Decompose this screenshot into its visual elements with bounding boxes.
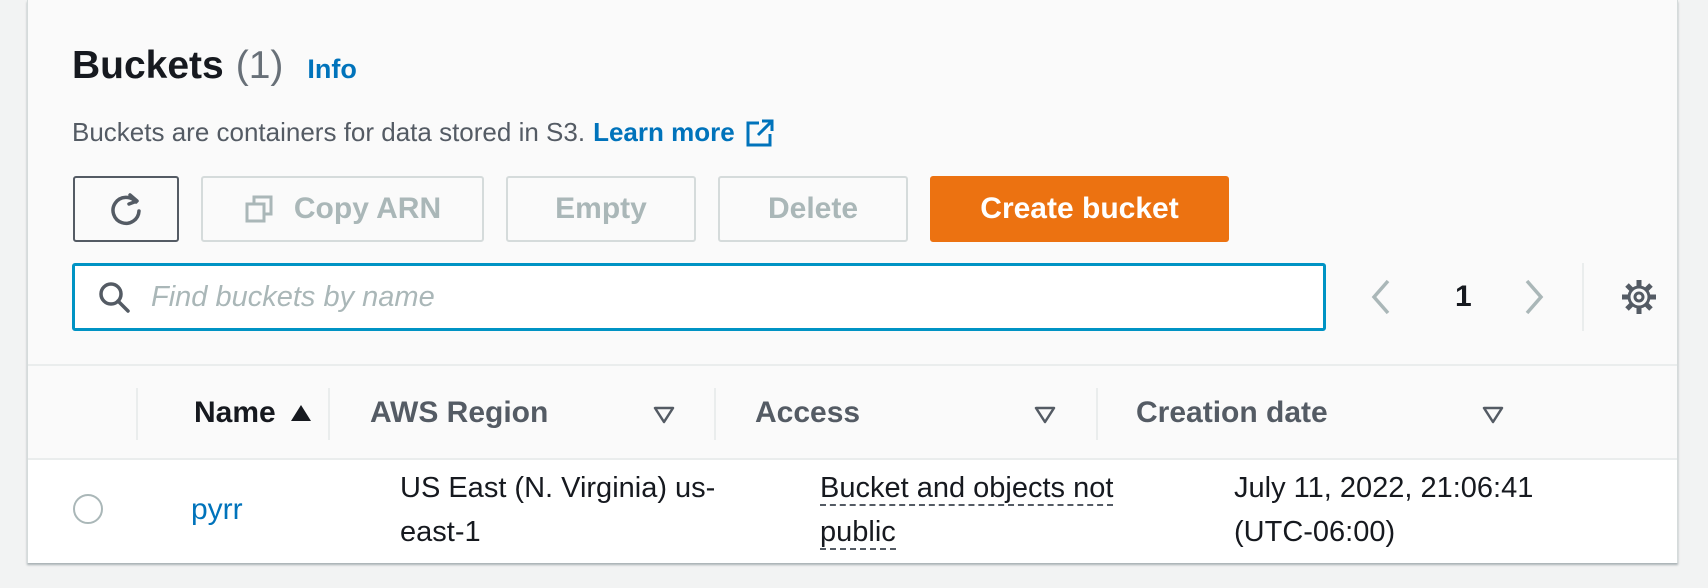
- external-link-icon: [746, 118, 774, 146]
- table-header: Name AWS Region Access Creation date: [28, 364, 1677, 460]
- page-number[interactable]: 1: [1455, 275, 1472, 319]
- panel-header: Buckets (1) Info: [72, 44, 357, 88]
- column-header-name[interactable]: Name: [194, 396, 312, 430]
- bucket-creation-date: July 11, 2022, 21:06:41 (UTC-06:00): [1234, 472, 1534, 548]
- column-header-access[interactable]: Access: [755, 396, 860, 430]
- pagination-divider: [1582, 263, 1584, 331]
- refresh-button[interactable]: [73, 176, 179, 242]
- column-divider: [1096, 388, 1098, 440]
- bucket-count: (1): [235, 44, 284, 87]
- column-name-label: Name: [194, 396, 276, 429]
- description-text: Buckets are containers for data stored i…: [72, 117, 586, 147]
- table-row[interactable]: pyrr US East (N. Virginia) us-east-1 Buc…: [28, 460, 1677, 563]
- bucket-name-link[interactable]: pyrr: [191, 488, 243, 532]
- learn-more-link[interactable]: Learn more: [593, 117, 775, 148]
- preferences-button[interactable]: [1620, 278, 1658, 321]
- page-title: Buckets: [72, 44, 224, 87]
- copy-arn-button[interactable]: Copy ARN: [201, 176, 484, 242]
- column-divider: [328, 388, 330, 440]
- info-link[interactable]: Info: [307, 54, 356, 85]
- column-divider: [136, 388, 138, 440]
- next-page-button[interactable]: [1521, 275, 1547, 319]
- delete-button[interactable]: Delete: [718, 176, 908, 242]
- sort-ascending-icon: [290, 405, 311, 421]
- column-region-label: AWS Region: [370, 396, 549, 429]
- column-creation-label: Creation date: [1136, 396, 1328, 429]
- learn-more-label: Learn more: [593, 117, 735, 147]
- column-header-creation-date[interactable]: Creation date: [1136, 396, 1328, 430]
- bucket-region: US East (N. Virginia) us-east-1: [400, 472, 716, 548]
- column-divider: [714, 388, 716, 440]
- buckets-panel: Buckets (1) Info Buckets are containers …: [27, 0, 1678, 563]
- column-access-label: Access: [755, 396, 861, 429]
- empty-button[interactable]: Empty: [506, 176, 696, 242]
- column-header-region[interactable]: AWS Region: [370, 396, 548, 430]
- copy-arn-label: Copy ARN: [293, 192, 442, 225]
- search-input[interactable]: [149, 279, 1303, 315]
- previous-page-button[interactable]: [1368, 275, 1394, 319]
- chevron-left-icon: [1371, 279, 1390, 315]
- search-box: [72, 263, 1326, 331]
- bucket-access: Bucket and objects not public: [820, 466, 1160, 554]
- search-icon: [99, 282, 130, 313]
- gear-icon: [1622, 280, 1656, 314]
- refresh-icon: [111, 193, 141, 226]
- create-bucket-button[interactable]: Create bucket: [930, 176, 1229, 242]
- filter-icon[interactable]: [1482, 406, 1504, 424]
- filter-icon[interactable]: [653, 406, 675, 424]
- chevron-right-icon: [1525, 279, 1544, 315]
- row-select-radio[interactable]: [73, 494, 103, 524]
- filter-icon[interactable]: [1034, 406, 1056, 424]
- bucket-access-text[interactable]: Bucket and objects not public: [820, 472, 1114, 550]
- panel-description: Buckets are containers for data stored i…: [72, 117, 775, 148]
- copy-icon: [245, 195, 273, 223]
